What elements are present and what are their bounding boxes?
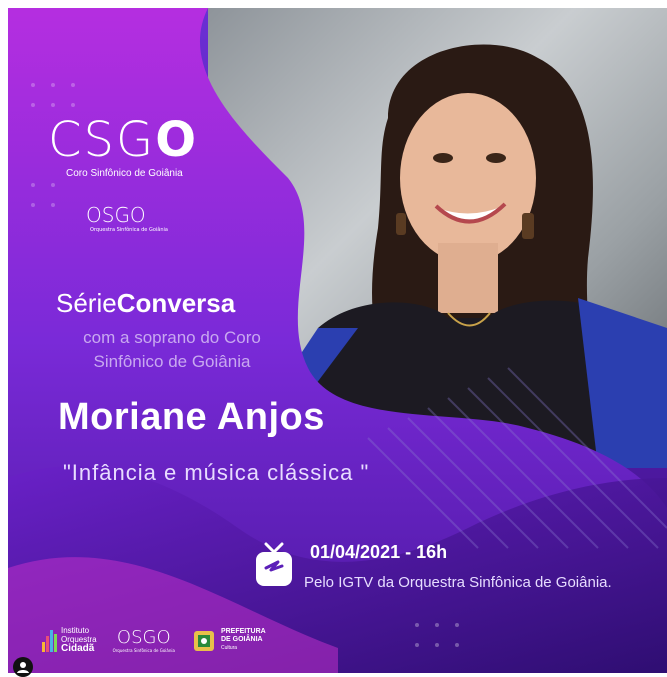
series-subtitle: com a soprano do Coro Sinfônico de Goiân… (83, 328, 261, 371)
csgo-logo: CSGO Coro Sinfônico de Goiânia (48, 116, 198, 179)
crest-icon (193, 630, 214, 651)
footer-osgo-logo: OSGO Orquestra Sinfônica de Goiânia (112, 626, 175, 653)
series-title: SérieConversa (56, 288, 236, 318)
user-avatar-icon[interactable] (13, 657, 33, 677)
csgo-logo-subtitle: Coro Sinfônico de Goiânia (66, 168, 183, 179)
decorative-dots-bottom (415, 623, 459, 647)
sponsor-footer: Instituto Orquestra Cidadã OSGO Orquestr… (42, 626, 266, 654)
post-image[interactable]: CSGO Coro Sinfônico de Goiânia OSGO Orqu… (8, 8, 667, 673)
prefeitura-goiania-logo: PREFEITURA DE GOIÂNIA Cultura (191, 627, 266, 653)
guest-name: Moriane Anjos (58, 396, 325, 438)
osgo-logo-mark: OSGO (86, 203, 146, 227)
talk-topic: "Infância e música clássica " (63, 460, 370, 485)
event-date: 01/04/2021 - 16h (310, 542, 448, 562)
bars-icon (42, 628, 57, 652)
osgo-logo-subtitle: Orquestra Sinfônica de Goiânia (90, 227, 168, 233)
instagram-post-frame: CSGO Coro Sinfônico de Goiânia OSGO Orqu… (0, 0, 667, 677)
event-channel: Pelo IGTV da Orquestra Sinfônica de Goiâ… (304, 574, 612, 591)
csgo-logo-mark: CSGO (48, 112, 198, 168)
osgo-logo: OSGO Orquestra Sinfônica de Goiânia (86, 203, 168, 233)
igtv-icon (256, 542, 292, 586)
instituto-orquestra-cidada-logo: Instituto Orquestra Cidadã (42, 626, 97, 654)
